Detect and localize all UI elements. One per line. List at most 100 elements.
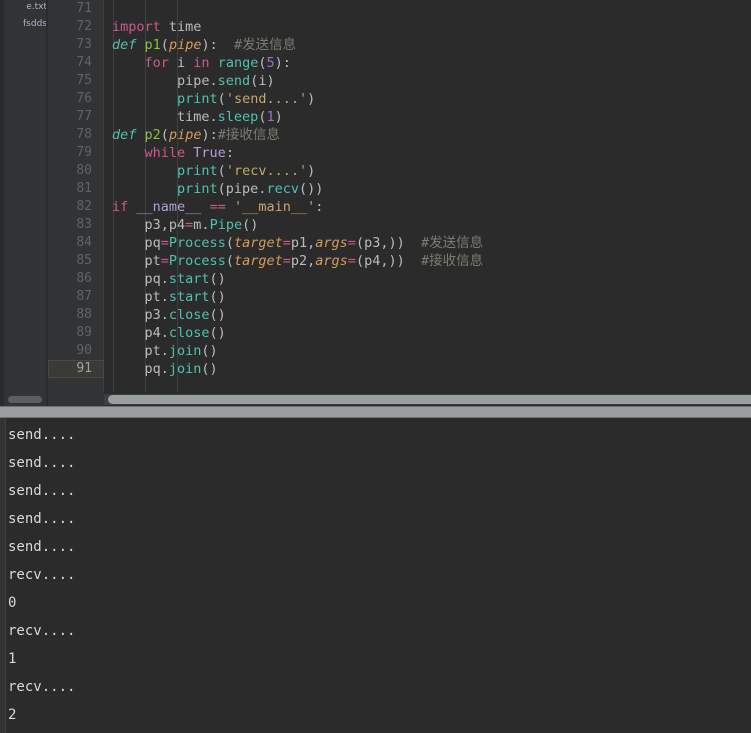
console-line: 0 xyxy=(8,589,751,617)
code-line[interactable]: 89 p4.close() xyxy=(48,324,751,342)
line-number: 83 xyxy=(48,216,92,234)
line-number: 86 xyxy=(48,270,92,288)
code-line[interactable]: 85 pt=Process(target=p2,args=(p4,)) #接收信… xyxy=(48,252,751,270)
panel-splitter[interactable] xyxy=(0,406,751,418)
code-line[interactable]: 84 pq=Process(target=p1,args=(p3,)) #发送信… xyxy=(48,234,751,252)
code-editor[interactable]: 7172import time73def p1(pipe): #发送信息74 f… xyxy=(48,0,751,406)
code-token: ( xyxy=(226,253,234,269)
code-token: 1 xyxy=(266,109,274,125)
code-token: m. xyxy=(193,217,209,233)
code-text: p4.close() xyxy=(112,324,226,342)
code-token: == xyxy=(210,199,226,215)
code-token: (pipe. xyxy=(218,181,267,197)
code-token: i xyxy=(169,55,193,71)
code-token: Process xyxy=(169,235,226,251)
code-token: import xyxy=(112,19,161,35)
code-token: args xyxy=(315,235,348,251)
code-line[interactable]: 82if __name__ == '__main__': xyxy=(48,198,751,216)
code-token: () xyxy=(242,217,258,233)
console-line: recv.... xyxy=(8,673,751,701)
code-token: () xyxy=(210,289,226,305)
line-number: 75 xyxy=(48,72,92,90)
line-number: 81 xyxy=(48,180,92,198)
code-line[interactable]: 74 for i in range(5): xyxy=(48,54,751,72)
code-token: ( xyxy=(161,37,169,53)
code-text: time.sleep(1) xyxy=(112,108,283,126)
line-number: 76 xyxy=(48,90,92,108)
code-token: ( xyxy=(218,91,226,107)
code-line[interactable]: 87 pt.start() xyxy=(48,288,751,306)
code-token xyxy=(136,37,144,53)
code-line[interactable]: 71 xyxy=(48,0,751,18)
line-number: 87 xyxy=(48,288,92,306)
code-token: def xyxy=(112,37,136,53)
line-number: 90 xyxy=(48,342,92,360)
console-output[interactable]: send....send....send....send....send....… xyxy=(8,421,751,733)
code-token: #接收信息 xyxy=(218,127,280,143)
code-line[interactable]: 86 pq.start() xyxy=(48,270,751,288)
code-token: pq. xyxy=(112,361,169,377)
code-line[interactable]: 91 pq.join() xyxy=(48,360,751,378)
line-number: 71 xyxy=(48,0,92,18)
project-sidebar[interactable]: e.txt fsdds xyxy=(0,0,48,406)
console-line: 1 xyxy=(8,645,751,673)
console-line: send.... xyxy=(8,505,751,533)
code-token xyxy=(112,145,145,161)
code-line[interactable]: 77 time.sleep(1) xyxy=(48,108,751,126)
code-token: __name__ xyxy=(136,199,201,215)
code-line[interactable]: 78def p2(pipe):#接收信息 xyxy=(48,126,751,144)
line-number: 89 xyxy=(48,324,92,342)
code-text: pt.start() xyxy=(112,288,226,306)
code-token: pq. xyxy=(112,271,169,287)
code-token: pq xyxy=(112,235,161,251)
code-token: pt. xyxy=(112,289,169,305)
editor-hscrollbar-thumb[interactable] xyxy=(108,395,751,404)
code-line[interactable]: 80 print('recv....') xyxy=(48,162,751,180)
code-token: ( xyxy=(161,127,169,143)
code-token: #接收信息 xyxy=(421,253,483,269)
code-token: while xyxy=(145,145,186,161)
code-line[interactable]: 88 p3.close() xyxy=(48,306,751,324)
code-token: Process xyxy=(169,253,226,269)
code-token: (p3,)) xyxy=(356,235,421,251)
code-token: target xyxy=(234,253,283,269)
code-text: import time xyxy=(112,18,201,36)
line-number: 91 xyxy=(48,360,104,378)
line-number: 79 xyxy=(48,144,92,162)
code-text: while True: xyxy=(112,144,234,162)
code-line[interactable]: 76 print('send....') xyxy=(48,90,751,108)
code-token: 5 xyxy=(266,55,274,71)
code-line[interactable]: 75 pipe.send(i) xyxy=(48,72,751,90)
line-number: 85 xyxy=(48,252,92,270)
sidebar-item-file-1[interactable]: fsdds xyxy=(23,19,47,29)
run-console[interactable]: send....send....send....send....send....… xyxy=(0,418,751,733)
code-line[interactable]: 72import time xyxy=(48,18,751,36)
code-token: = xyxy=(161,253,169,269)
console-gutter-line xyxy=(5,418,6,733)
code-lines[interactable]: 7172import time73def p1(pipe): #发送信息74 f… xyxy=(48,0,751,378)
code-token xyxy=(112,91,177,107)
code-token: p3,p4 xyxy=(112,217,185,233)
sidebar-scrollbar-thumb[interactable] xyxy=(8,396,42,403)
code-token: = xyxy=(348,253,356,269)
code-line[interactable]: 81 print(pipe.recv()) xyxy=(48,180,751,198)
code-token: for xyxy=(145,55,169,71)
code-token: = xyxy=(348,235,356,251)
code-text: pipe.send(i) xyxy=(112,72,275,90)
code-token: join xyxy=(169,343,202,359)
code-line[interactable]: 90 pt.join() xyxy=(48,342,751,360)
sidebar-item-file-0[interactable]: e.txt xyxy=(26,2,47,12)
code-line[interactable]: 73def p1(pipe): #发送信息 xyxy=(48,36,751,54)
line-number: 82 xyxy=(48,198,92,216)
code-token: start xyxy=(169,271,210,287)
code-line[interactable]: 83 p3,p4=m.Pipe() xyxy=(48,216,751,234)
code-token: Pipe xyxy=(210,217,243,233)
code-token: p1, xyxy=(291,235,315,251)
code-text: for i in range(5): xyxy=(112,54,291,72)
code-token: pt xyxy=(112,253,161,269)
code-token xyxy=(112,55,145,71)
code-token: #发送信息 xyxy=(421,235,483,251)
code-token: args xyxy=(315,253,348,269)
code-text: def p2(pipe):#接收信息 xyxy=(112,126,280,144)
code-line[interactable]: 79 while True: xyxy=(48,144,751,162)
